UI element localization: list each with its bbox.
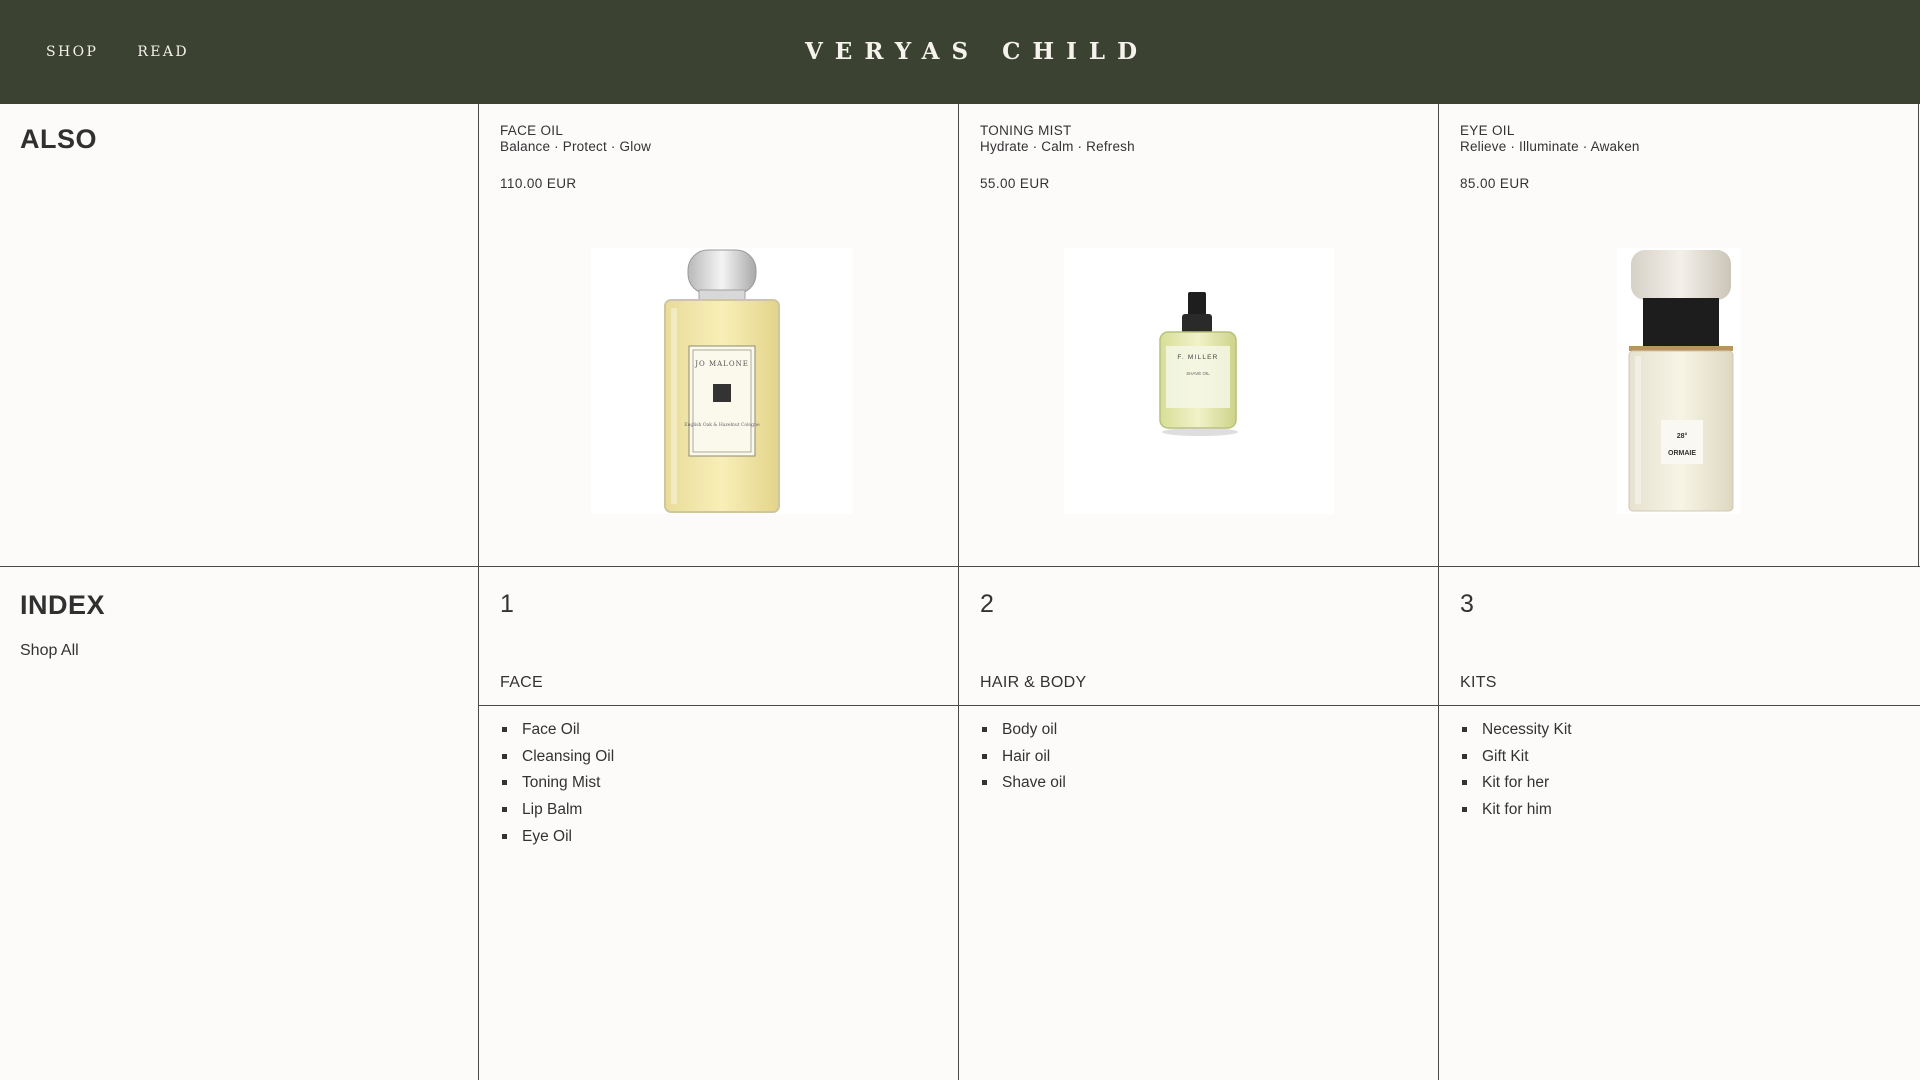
list-item[interactable]: Kit for him [1461,800,1572,827]
category-number: 1 [500,590,514,618]
product-name[interactable]: EYE OIL [1460,123,1515,138]
category-number: 3 [1460,590,1474,618]
list-item[interactable]: Eye Oil [501,827,614,854]
list-item[interactable]: Lip Balm [501,800,614,827]
product-card-face-oil[interactable]: FACE OIL Balance · Protect · Glow 110.00… [479,104,959,566]
product-image[interactable]: 28° ORMAIE [1617,248,1741,514]
product-price: 110.00 EUR [500,176,577,191]
product-image[interactable]: F. MILLER SHAVE OIL [1064,248,1334,514]
product-price: 55.00 EUR [980,176,1050,191]
list-item[interactable]: Shave oil [981,773,1066,800]
bottle-sublabel-text: SHAVE OIL [1186,371,1210,376]
also-heading: ALSO [20,124,98,154]
category-hair-body-link[interactable]: HAIR & BODY [980,674,1086,692]
product-name[interactable]: FACE OIL [500,123,563,138]
product-price: 85.00 EUR [1460,176,1530,191]
category-kits-list: Necessity Kit Gift Kit Kit for her Kit f… [1461,720,1572,827]
product-tagline: Balance · Protect · Glow [500,139,652,154]
bottle-sublabel-text: 28° [1677,432,1688,440]
list-item[interactable]: Gift Kit [1461,747,1572,774]
grid-divider [478,705,1920,706]
grid-divider [0,566,1920,567]
list-item[interactable]: Necessity Kit [1461,720,1572,747]
bottle-label-text: ORMAIE [1668,450,1696,457]
list-item[interactable]: Hair oil [981,747,1066,774]
list-item[interactable]: Cleansing Oil [501,747,614,774]
brand-word: VERYAS [804,38,981,65]
list-item[interactable]: Body oil [981,720,1066,747]
category-hair-body-list: Body oil Hair oil Shave oil [981,720,1066,800]
category-kits-link[interactable]: KITS [1460,674,1497,692]
green-spray-bottle-icon: F. MILLER SHAVE OIL [1159,292,1238,436]
product-card-eye-oil[interactable]: EYE OIL Relieve · Illuminate · Awaken 85… [1439,104,1919,566]
index-heading: INDEX [20,590,106,620]
category-face-list: Face Oil Cleansing Oil Toning Mist Lip B… [501,720,614,853]
product-card-toning-mist[interactable]: TONING MIST Hydrate · Calm · Refresh 55.… [959,104,1439,566]
amber-cologne-bottle-icon: JO MALONE English Oak & Hazelnut Cologne [664,249,780,513]
brand-logo[interactable]: VERYAS CHILD [0,38,1920,65]
bottle-sublabel-text: English Oak & Hazelnut Cologne [684,422,760,428]
product-tagline: Hydrate · Calm · Refresh [980,139,1135,154]
list-item[interactable]: Kit for her [1461,773,1572,800]
category-number: 2 [980,590,994,618]
bottle-label-text: JO MALONE [694,360,749,368]
list-item[interactable]: Face Oil [501,720,614,747]
list-item[interactable]: Toning Mist [501,773,614,800]
top-header: SHOP READ VERYAS CHILD [0,0,1920,104]
product-image[interactable]: JO MALONE English Oak & Hazelnut Cologne [591,248,853,514]
product-tagline: Relieve · Illuminate · Awaken [1460,139,1640,154]
ormaie-bottle-icon: 28° ORMAIE [1628,250,1734,512]
bottle-label-text: F. MILLER [1177,354,1218,361]
product-name[interactable]: TONING MIST [980,123,1072,138]
brand-word: CHILD [1002,38,1150,65]
category-face-link[interactable]: FACE [500,674,543,692]
shop-all-link[interactable]: Shop All [20,642,79,660]
